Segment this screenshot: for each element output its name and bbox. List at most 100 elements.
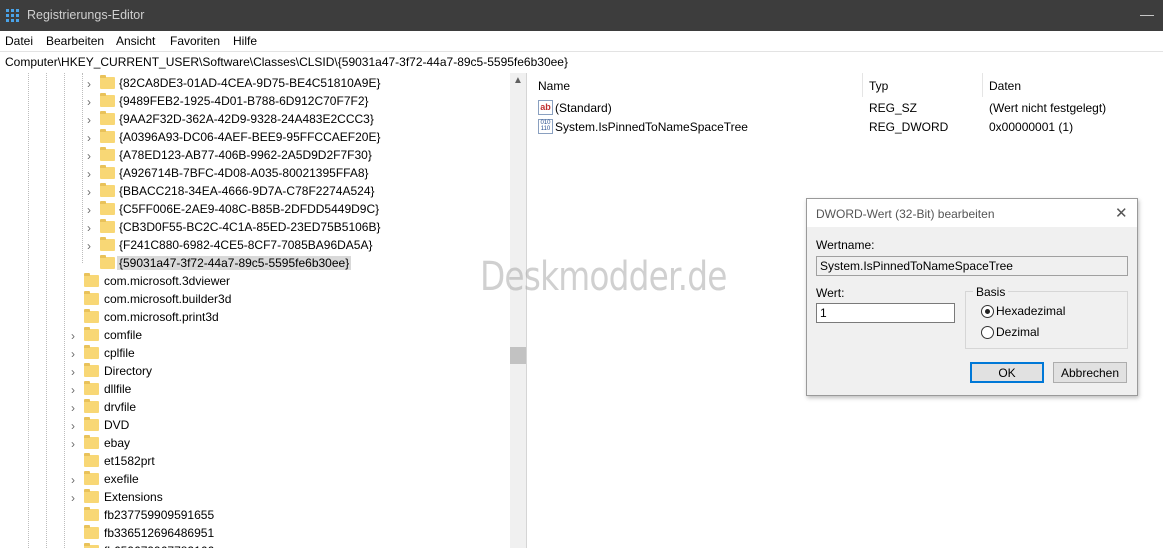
menu-bearbeiten[interactable]: Bearbeiten bbox=[46, 34, 104, 48]
hex-radio-label[interactable]: Hexadezimal bbox=[996, 304, 1065, 318]
column-header-data[interactable]: Daten bbox=[982, 73, 1162, 97]
tree-item[interactable]: › {A0396A93-DC06-4AEF-BEE9-95FFCCAEF20E} bbox=[0, 128, 510, 146]
column-header-name[interactable]: Name bbox=[531, 73, 863, 97]
tree-item[interactable]: › comfile bbox=[0, 326, 510, 344]
tree-item[interactable]: › drvfile bbox=[0, 398, 510, 416]
registry-tree[interactable]: › {82CA8DE3-01AD-4CEA-9D75-BE4C51810A9E}… bbox=[0, 73, 510, 548]
tree-item[interactable]: › DVD bbox=[0, 416, 510, 434]
chevron-right-icon[interactable]: › bbox=[87, 167, 91, 181]
tree-item-label[interactable]: fb659679967782166 bbox=[104, 544, 214, 548]
tree-item[interactable]: › Directory bbox=[0, 362, 510, 380]
tree-item-label[interactable]: {9AA2F32D-362A-42D9-9328-24A483E2CCC3} bbox=[119, 112, 374, 126]
tree-item-label[interactable]: comfile bbox=[104, 328, 142, 342]
tree-item[interactable]: et1582prt bbox=[0, 452, 510, 470]
tree-item[interactable]: › {82CA8DE3-01AD-4CEA-9D75-BE4C51810A9E} bbox=[0, 74, 510, 92]
chevron-right-icon[interactable]: › bbox=[87, 131, 91, 145]
value-row[interactable]: 010 110 System.IsPinnedToNameSpaceTree RE… bbox=[531, 117, 1163, 136]
tree-item-label[interactable]: Extensions bbox=[104, 490, 163, 504]
menu-hilfe[interactable]: Hilfe bbox=[233, 34, 257, 48]
chevron-right-icon[interactable]: › bbox=[71, 491, 75, 505]
tree-item[interactable]: com.microsoft.print3d bbox=[0, 308, 510, 326]
tree-item[interactable]: › Extensions bbox=[0, 488, 510, 506]
tree-item[interactable]: › exefile bbox=[0, 470, 510, 488]
tree-item-label[interactable]: {A78ED123-AB77-406B-9962-2A5D9D2F7F30} bbox=[119, 148, 372, 162]
value-data-input[interactable]: 1 bbox=[816, 303, 955, 323]
column-header-type[interactable]: Typ bbox=[862, 73, 982, 97]
value-row[interactable]: ab (Standard) REG_SZ (Wert nicht festgel… bbox=[531, 98, 1163, 117]
dec-radio-label[interactable]: Dezimal bbox=[996, 325, 1039, 339]
tree-item-label[interactable]: {A0396A93-DC06-4AEF-BEE9-95FFCCAEF20E} bbox=[119, 130, 380, 144]
close-icon[interactable]: ✕ bbox=[1115, 204, 1128, 222]
tree-item[interactable]: com.microsoft.3dviewer bbox=[0, 272, 510, 290]
chevron-right-icon[interactable]: › bbox=[71, 365, 75, 379]
scroll-up-icon[interactable]: ▲ bbox=[513, 75, 523, 86]
tree-item-label[interactable]: com.microsoft.builder3d bbox=[104, 292, 231, 306]
tree-item-label[interactable]: ebay bbox=[104, 436, 130, 450]
menu-datei[interactable]: Datei bbox=[5, 34, 33, 48]
hex-radio[interactable] bbox=[981, 305, 994, 318]
tree-item-label[interactable]: {BBACC218-34EA-4666-9D7A-C78F2274A524} bbox=[119, 184, 375, 198]
chevron-right-icon[interactable]: › bbox=[87, 239, 91, 253]
tree-item[interactable]: › dllfile bbox=[0, 380, 510, 398]
chevron-right-icon[interactable]: › bbox=[87, 221, 91, 235]
tree-item[interactable]: fb237759909591655 bbox=[0, 506, 510, 524]
chevron-right-icon[interactable]: › bbox=[87, 185, 91, 199]
chevron-right-icon[interactable]: › bbox=[87, 77, 91, 91]
tree-item-label[interactable]: fb336512696486951 bbox=[104, 526, 214, 540]
tree-item-label[interactable]: et1582prt bbox=[104, 454, 155, 468]
tree-item-label[interactable]: cplfile bbox=[104, 346, 135, 360]
chevron-right-icon[interactable]: › bbox=[87, 149, 91, 163]
dec-radio[interactable] bbox=[981, 326, 994, 339]
tree-item[interactable]: fb336512696486951 bbox=[0, 524, 510, 542]
tree-item-label[interactable]: {82CA8DE3-01AD-4CEA-9D75-BE4C51810A9E} bbox=[119, 76, 381, 90]
chevron-right-icon[interactable]: › bbox=[71, 437, 75, 451]
chevron-right-icon[interactable]: › bbox=[87, 95, 91, 109]
tree-item-label[interactable]: Directory bbox=[104, 364, 152, 378]
tree-item-label[interactable]: {9489FEB2-1925-4D01-B788-6D912C70F7F2} bbox=[119, 94, 369, 108]
tree-item-label[interactable]: drvfile bbox=[104, 400, 136, 414]
chevron-right-icon[interactable]: › bbox=[71, 473, 75, 487]
tree-item[interactable]: › cplfile bbox=[0, 344, 510, 362]
tree-item-label[interactable]: exefile bbox=[104, 472, 139, 486]
tree-item-label[interactable]: com.microsoft.3dviewer bbox=[104, 274, 230, 288]
tree-item-selected[interactable]: {59031a47-3f72-44a7-89c5-5595fe6b30ee} bbox=[0, 254, 510, 272]
ok-button[interactable]: OK bbox=[970, 362, 1044, 383]
chevron-right-icon[interactable]: › bbox=[71, 401, 75, 415]
tree-item[interactable]: fb659679967782166 bbox=[0, 542, 510, 548]
tree-item[interactable]: › ebay bbox=[0, 434, 510, 452]
minimize-icon[interactable]: — bbox=[1140, 6, 1154, 22]
menu-favoriten[interactable]: Favoriten bbox=[170, 34, 220, 48]
tree-item-label[interactable]: {A926714B-7BFC-4D08-A035-80021395FFA8} bbox=[119, 166, 369, 180]
tree-item[interactable]: › {BBACC218-34EA-4666-9D7A-C78F2274A524} bbox=[0, 182, 510, 200]
tree-item[interactable]: › {F241C880-6982-4CE5-8CF7-7085BA96DA5A} bbox=[0, 236, 510, 254]
tree-item[interactable]: › {A78ED123-AB77-406B-9962-2A5D9D2F7F30} bbox=[0, 146, 510, 164]
tree-item-label[interactable]: {C5FF006E-2AE9-408C-B85B-2DFDD5449D9C} bbox=[119, 202, 379, 216]
chevron-right-icon[interactable]: › bbox=[87, 113, 91, 127]
tree-item[interactable]: › {9489FEB2-1925-4D01-B788-6D912C70F7F2} bbox=[0, 92, 510, 110]
menu-ansicht[interactable]: Ansicht bbox=[116, 34, 155, 48]
tree-item-label[interactable]: fb237759909591655 bbox=[104, 508, 214, 522]
tree-item-label[interactable]: dllfile bbox=[104, 382, 131, 396]
tree-item[interactable]: › {C5FF006E-2AE9-408C-B85B-2DFDD5449D9C} bbox=[0, 200, 510, 218]
tree-item[interactable]: › {9AA2F32D-362A-42D9-9328-24A483E2CCC3} bbox=[0, 110, 510, 128]
address-bar[interactable]: Computer\HKEY_CURRENT_USER\Software\Clas… bbox=[0, 51, 1163, 74]
tree-item-label[interactable]: DVD bbox=[104, 418, 129, 432]
value-name-field[interactable]: System.IsPinnedToNameSpaceTree bbox=[816, 256, 1128, 276]
tree-item-label[interactable]: com.microsoft.print3d bbox=[104, 310, 219, 324]
tree-item[interactable]: › {A926714B-7BFC-4D08-A035-80021395FFA8} bbox=[0, 164, 510, 182]
tree-item-label[interactable]: {CB3D0F55-BC2C-4C1A-85ED-23ED75B5106B} bbox=[119, 220, 380, 234]
tree-item[interactable]: com.microsoft.builder3d bbox=[0, 290, 510, 308]
value-name: System.IsPinnedToNameSpaceTree bbox=[555, 120, 748, 134]
scrollbar-thumb[interactable] bbox=[510, 347, 526, 364]
tree-item-label[interactable]: {F241C880-6982-4CE5-8CF7-7085BA96DA5A} bbox=[119, 238, 373, 252]
tree-item-label[interactable]: {59031a47-3f72-44a7-89c5-5595fe6b30ee} bbox=[117, 256, 352, 270]
tree-scrollbar[interactable]: ▲ bbox=[510, 73, 526, 548]
tree-item[interactable]: › {CB3D0F55-BC2C-4C1A-85ED-23ED75B5106B} bbox=[0, 218, 510, 236]
chevron-right-icon[interactable]: › bbox=[71, 347, 75, 361]
cancel-button[interactable]: Abbrechen bbox=[1053, 362, 1127, 383]
address-path[interactable]: Computer\HKEY_CURRENT_USER\Software\Clas… bbox=[5, 55, 568, 69]
chevron-right-icon[interactable]: › bbox=[71, 383, 75, 397]
chevron-right-icon[interactable]: › bbox=[87, 203, 91, 217]
chevron-right-icon[interactable]: › bbox=[71, 419, 75, 433]
chevron-right-icon[interactable]: › bbox=[71, 329, 75, 343]
